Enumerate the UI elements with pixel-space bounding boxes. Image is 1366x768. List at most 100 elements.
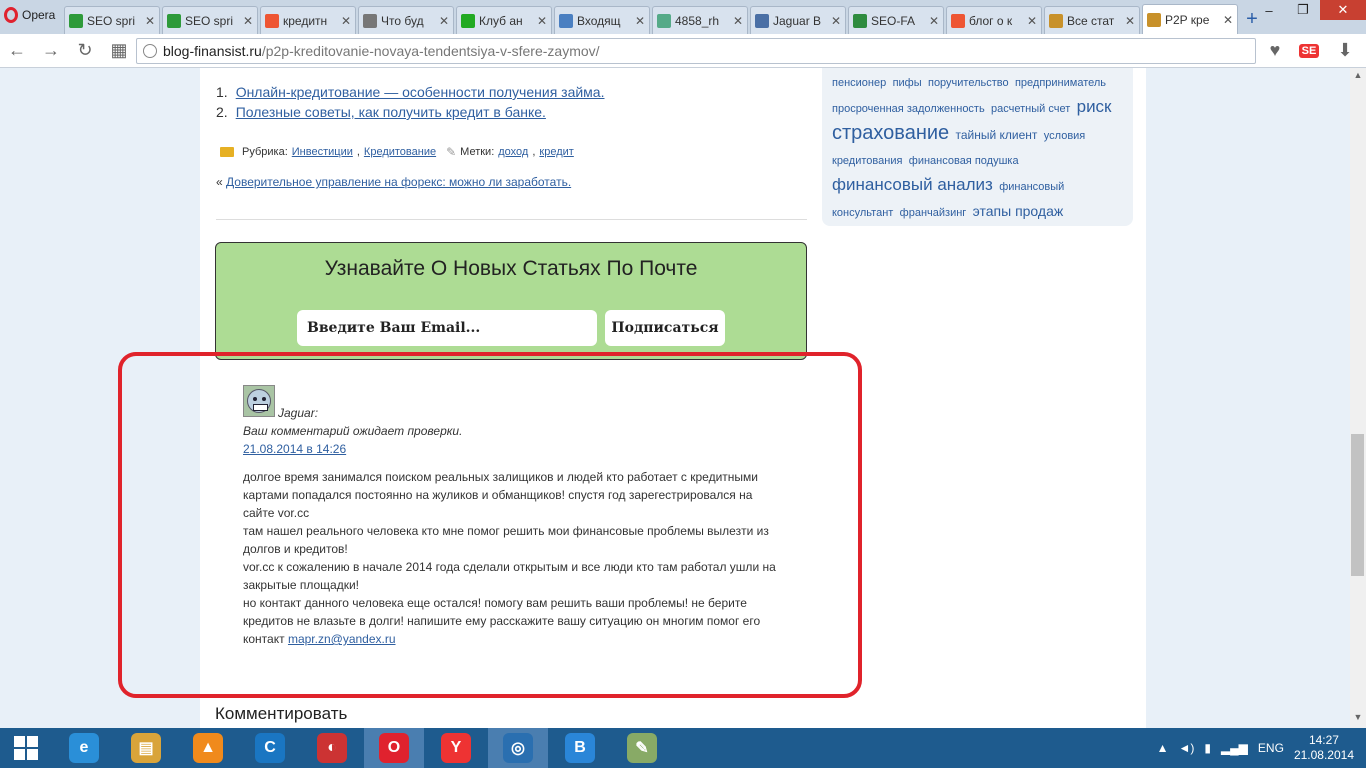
taskbar-app-8[interactable]: B xyxy=(550,728,610,768)
tab-3[interactable]: Что буд ✕ xyxy=(358,6,454,34)
tab-title: SEO-FA xyxy=(871,13,916,28)
taskbar-app-5[interactable]: O xyxy=(364,728,424,768)
tag-cloud-link[interactable]: риск xyxy=(1077,97,1112,116)
downloads-button[interactable]: ⬇ xyxy=(1328,34,1362,68)
tag-cloud-link[interactable]: просроченная задолженность xyxy=(832,103,985,115)
bookmark-button[interactable]: ♥ xyxy=(1258,34,1292,68)
minimize-button[interactable]: – xyxy=(1252,0,1286,20)
paint-icon: ✎ xyxy=(627,733,657,763)
taskbar-app-9[interactable]: ✎ xyxy=(612,728,672,768)
taskbar-app-2[interactable]: ▲ xyxy=(178,728,238,768)
tag-cloud-link[interactable]: пенсионер xyxy=(832,77,886,89)
page-scrollbar[interactable] xyxy=(1350,68,1366,728)
close-tab-icon[interactable]: ✕ xyxy=(439,14,449,28)
start-button[interactable] xyxy=(0,728,52,768)
taskbar-app-1[interactable]: ▤ xyxy=(116,728,176,768)
tab-title: блог о к xyxy=(969,13,1013,28)
explorer-icon: ▤ xyxy=(131,733,161,763)
tab-title: Входящ xyxy=(577,13,621,28)
close-tab-icon[interactable]: ✕ xyxy=(1223,13,1233,27)
tab-2[interactable]: кредитн ✕ xyxy=(260,6,356,34)
subscribe-button[interactable]: Подписаться xyxy=(605,310,725,346)
clock-time: 14:27 xyxy=(1308,733,1339,747)
close-tab-icon[interactable]: ✕ xyxy=(1027,14,1037,28)
taskbar-app-6[interactable]: Y xyxy=(426,728,486,768)
url-field[interactable]: blog-finansist.ru/p2p-kreditovanie-novay… xyxy=(136,38,1256,64)
tag-cloud-link[interactable]: предприниматель xyxy=(1015,77,1106,89)
close-tab-icon[interactable]: ✕ xyxy=(243,14,253,28)
back-arrow-icon: ← xyxy=(8,40,26,60)
tag-cloud-link[interactable]: финансовая подушка xyxy=(909,155,1019,167)
maximize-button[interactable]: ❐ xyxy=(1286,0,1320,20)
tab-5[interactable]: Входящ ✕ xyxy=(554,6,650,34)
tab-1[interactable]: SEO spri ✕ xyxy=(162,6,258,34)
tag-cloud-link[interactable]: франчайзинг xyxy=(900,207,967,219)
taskbar-app-4[interactable]: ◐ xyxy=(302,728,362,768)
tab-7[interactable]: Jaguar B ✕ xyxy=(750,6,846,34)
taskbar-app-7[interactable]: ◎ xyxy=(488,728,548,768)
close-tab-icon[interactable]: ✕ xyxy=(635,14,645,28)
tag-cloud-link[interactable]: страхование xyxy=(832,122,949,144)
list-number: 2. xyxy=(216,104,228,120)
opera-menu-button[interactable]: Opera xyxy=(0,2,64,28)
tab-title: кредитн xyxy=(283,13,328,28)
comment-date-link[interactable]: 21.08.2014 в 14:26 xyxy=(243,442,346,456)
close-tab-icon[interactable]: ✕ xyxy=(341,14,351,28)
tag-cloud-link[interactable]: поручительство xyxy=(928,77,1009,89)
close-tab-icon[interactable]: ✕ xyxy=(1125,14,1135,28)
tab-4[interactable]: Клуб ан ✕ xyxy=(456,6,552,34)
speed-dial-button[interactable]: ▦ xyxy=(102,34,136,68)
volume-icon[interactable]: ◄) xyxy=(1178,741,1194,755)
taskbar-app-3[interactable]: C xyxy=(240,728,300,768)
close-tab-icon[interactable]: ✕ xyxy=(145,14,155,28)
clock[interactable]: 14:27 21.08.2014 xyxy=(1294,733,1354,763)
taskbar: e ▤ ▲ C ◐ O Y ◎ B ✎ ▲ ◄) ▮ ▂▄▆ ENG 14:27 21.08.20… xyxy=(0,728,1366,768)
signal-icon[interactable]: ▂▄▆ xyxy=(1221,741,1248,755)
tag-cloud-link[interactable]: тайный клиент xyxy=(956,128,1038,142)
close-tab-icon[interactable]: ✕ xyxy=(537,14,547,28)
comment-email-link[interactable]: mapr.zn@yandex.ru xyxy=(288,632,396,646)
rubric-link-1[interactable]: Кредитование xyxy=(364,146,436,158)
tag-link-1[interactable]: кредит xyxy=(539,146,573,158)
related-article-link[interactable]: Полезные советы, как получить кредит в б… xyxy=(236,102,546,122)
close-tab-icon[interactable]: ✕ xyxy=(733,14,743,28)
tab-8[interactable]: SEO-FA ✕ xyxy=(848,6,944,34)
grid-icon: ▦ xyxy=(110,40,128,60)
close-window-button[interactable]: ✕ xyxy=(1320,0,1366,20)
battery-icon[interactable]: ▮ xyxy=(1204,741,1211,755)
rubric-link-0[interactable]: Инвестиции xyxy=(292,146,353,158)
list-item: 2. Полезные советы, как получить кредит в… xyxy=(216,102,796,122)
tab-10[interactable]: Все стат ✕ xyxy=(1044,6,1140,34)
tag-cloud-link[interactable]: финансовый анализ xyxy=(832,175,993,194)
tag-cloud-link[interactable]: расчетный счет xyxy=(991,103,1070,115)
related-article-link[interactable]: Онлайн-кредитование — особенности получе… xyxy=(236,82,605,102)
previous-post-link[interactable]: Доверительное управление на форекс: можн… xyxy=(226,175,571,189)
tag-link-0[interactable]: доход xyxy=(498,146,528,158)
close-tab-icon[interactable]: ✕ xyxy=(831,14,841,28)
related-articles-list: 1. Онлайн-кредитование — особенности полу… xyxy=(216,82,796,122)
tab-11[interactable]: P2P кре ✕ xyxy=(1142,4,1238,34)
clock-date: 21.08.2014 xyxy=(1293,748,1354,762)
tag-cloud-link[interactable]: этапы продаж xyxy=(973,203,1064,219)
language-indicator[interactable]: ENG xyxy=(1258,741,1284,755)
scroll-down-arrow-icon[interactable]: ▼ xyxy=(1350,712,1366,726)
dollar-icon xyxy=(167,13,181,28)
se-extension-button[interactable]: SE xyxy=(1292,34,1326,68)
site-info-icon[interactable] xyxy=(143,44,157,58)
tab-title: SEO spri xyxy=(87,13,136,28)
tab-0[interactable]: SEO spri ✕ xyxy=(64,6,160,34)
forward-button[interactable]: → xyxy=(34,34,68,68)
tag-cloud-link[interactable]: пифы xyxy=(893,77,922,89)
tray-expand-icon[interactable]: ▲ xyxy=(1157,741,1169,755)
taskbar-app-0[interactable]: e xyxy=(54,728,114,768)
scrollbar-thumb[interactable] xyxy=(1351,434,1364,576)
email-input[interactable] xyxy=(297,310,597,346)
scroll-up-arrow-icon[interactable]: ▲ xyxy=(1350,70,1366,84)
close-tab-icon[interactable]: ✕ xyxy=(929,14,939,28)
tab-6[interactable]: 4858_rh ✕ xyxy=(652,6,748,34)
back-button[interactable]: ← xyxy=(0,34,34,68)
tab-title: Клуб ан xyxy=(479,13,523,28)
tab-9[interactable]: блог о к ✕ xyxy=(946,6,1042,34)
reload-button[interactable]: ↻ xyxy=(68,34,102,68)
tab-title: SEO spri xyxy=(185,13,234,28)
